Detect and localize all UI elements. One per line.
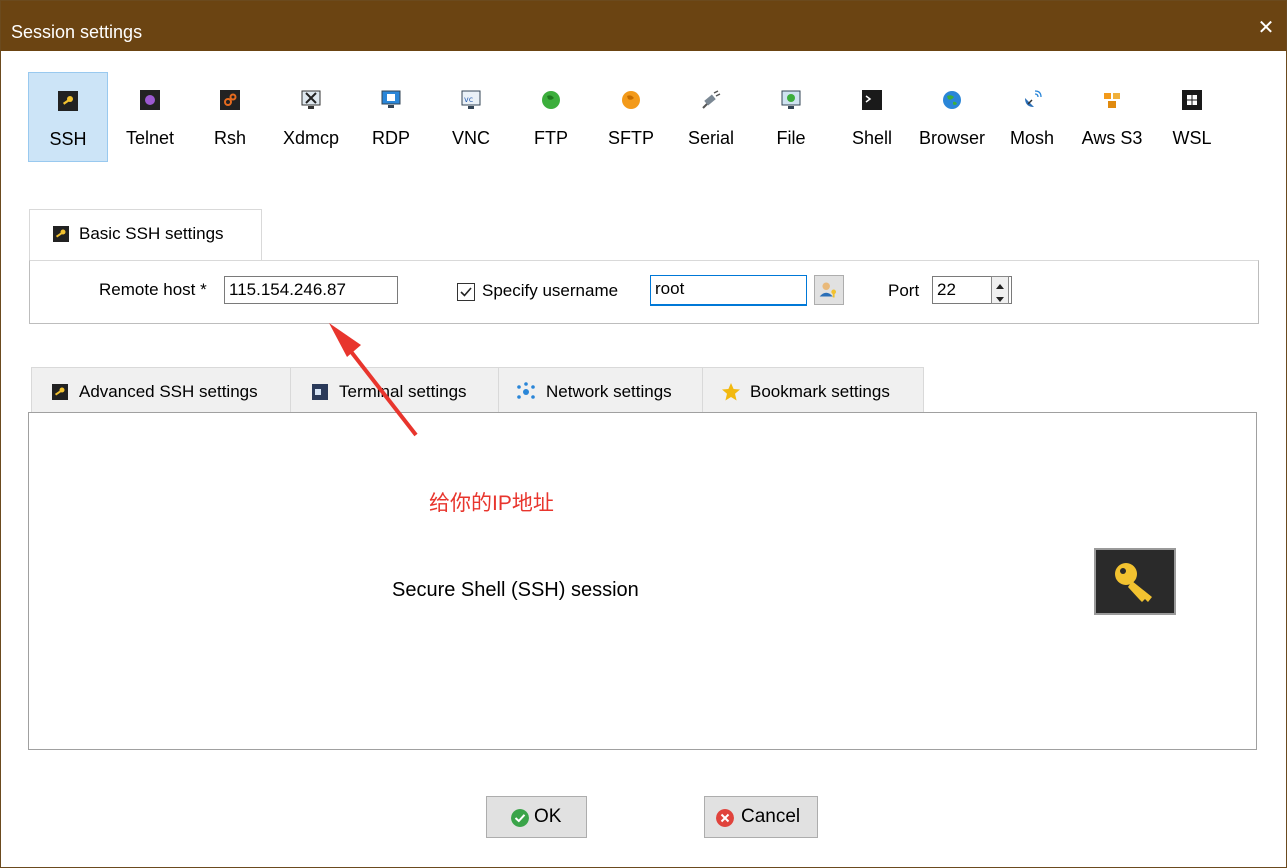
protocol-label: Aws S3 (1081, 128, 1143, 148)
protocol-file[interactable]: File (751, 72, 831, 162)
ok-button[interactable]: OK (486, 796, 587, 838)
network-icon (517, 382, 535, 399)
advanced-settings-panel (28, 412, 1257, 750)
window-title: Session settings (11, 22, 143, 42)
tab-label: Bookmark settings (750, 382, 890, 401)
shell-terminal-icon (862, 90, 882, 110)
port-value: 22 (937, 280, 956, 299)
port-increment-button[interactable] (992, 277, 1008, 290)
port-input[interactable]: 22 (932, 276, 1012, 304)
basic-settings-panel: Remote host * 115.154.246.87 Specify use… (29, 260, 1259, 324)
rdp-icon (381, 90, 401, 108)
protocol-rdp[interactable]: RDP (351, 72, 431, 162)
ssh-key-icon (52, 384, 68, 400)
protocol-telnet[interactable]: Telnet (110, 72, 190, 162)
protocol-label: Xdmcp (282, 128, 340, 148)
ok-button-label: OK (534, 806, 562, 827)
protocol-ftp[interactable]: FTP (511, 72, 591, 162)
check-circle-icon (511, 809, 529, 827)
user-key-icon (819, 282, 836, 298)
ip-annotation: 给你的IP地址 (429, 492, 554, 515)
port-decrement-button[interactable] (992, 290, 1008, 303)
tab-bookmark-settings[interactable]: Bookmark settings (703, 367, 924, 413)
remote-host-input[interactable]: 115.154.246.87 (224, 276, 398, 304)
aws-s3-icon (1104, 93, 1120, 108)
mosh-satellite-icon (1025, 90, 1042, 107)
protocol-mosh[interactable]: Mosh (992, 72, 1072, 162)
ssh-key-icon (53, 226, 69, 242)
protocol-shell[interactable]: Shell (832, 72, 912, 162)
protocol-label: Shell (851, 128, 893, 148)
file-monitor-icon (781, 90, 801, 109)
cancel-button[interactable]: Cancel (704, 796, 818, 838)
protocol-browser[interactable]: Browser (912, 72, 992, 162)
rsh-icon (220, 90, 240, 110)
specify-username-checkbox[interactable] (457, 283, 475, 301)
annotation-arrow-icon (329, 323, 418, 437)
ftp-globe-icon (542, 91, 560, 109)
protocol-sftp[interactable]: SFTP (591, 72, 671, 162)
protocol-label: WSL (1172, 128, 1212, 148)
browser-globe-icon (943, 91, 961, 109)
specify-username-label: Specify username (482, 281, 619, 300)
protocol-label: Rsh (213, 128, 246, 148)
vnc-icon: vc (461, 90, 481, 109)
protocol-xdmcp[interactable]: Xdmcp (271, 72, 351, 162)
telnet-icon (140, 90, 160, 110)
tab-label: Basic SSH settings (79, 224, 224, 243)
cancel-button-label: Cancel (741, 806, 801, 827)
tab-label: Network settings (546, 382, 672, 401)
tab-network-settings[interactable]: Network settings (499, 367, 703, 413)
session-description: Secure Shell (SSH) session (392, 579, 639, 601)
protocol-label: SSH (49, 129, 87, 149)
serial-plug-icon (702, 90, 721, 109)
port-spinner[interactable] (991, 276, 1009, 304)
protocol-label: RDP (371, 128, 410, 148)
protocol-aws-s3[interactable]: Aws S3 (1072, 72, 1152, 162)
tab-advanced-ssh-settings[interactable]: Advanced SSH settings (31, 367, 291, 413)
protocol-serial[interactable]: Serial (671, 72, 751, 162)
star-icon (722, 383, 740, 401)
protocol-label: File (776, 128, 806, 148)
protocol-rsh[interactable]: Rsh (190, 72, 270, 162)
close-button[interactable]: ✕ (1256, 18, 1276, 38)
protocol-wsl[interactable]: WSL (1152, 72, 1232, 162)
wsl-windows-icon (1182, 90, 1202, 110)
protocol-label: Telnet (125, 128, 175, 148)
ssh-key-large-icon (1094, 548, 1176, 615)
cancel-x-circle-icon (716, 809, 734, 827)
username-input[interactable]: root (650, 275, 807, 306)
protocol-label: Mosh (1009, 128, 1054, 148)
remote-host-label: Remote host * (99, 280, 207, 299)
protocol-label: VNC (451, 128, 490, 148)
xdmcp-icon (301, 90, 321, 109)
arrow-down-icon (996, 297, 1004, 302)
key-icon (1115, 563, 1152, 602)
protocol-label: SFTP (607, 128, 654, 148)
protocol-label: FTP (534, 128, 568, 148)
protocol-ssh[interactable]: SSH (28, 72, 108, 162)
session-settings-window: Session settings ✕ SSH Telnet Rsh Xdmcp … (0, 0, 1287, 868)
tab-label: Advanced SSH settings (79, 382, 258, 401)
user-manager-button[interactable] (814, 275, 844, 305)
protocol-label: Browser (918, 128, 985, 148)
port-label: Port (888, 281, 920, 300)
protocol-label: Serial (687, 128, 735, 148)
sftp-globe-icon (622, 91, 640, 109)
checkmark-icon (460, 287, 472, 297)
protocol-vnc[interactable]: vc VNC (431, 72, 511, 162)
svg-text:vc: vc (464, 95, 473, 104)
ssh-key-icon (58, 91, 78, 111)
title-bar: Session settings ✕ (1, 1, 1286, 51)
tab-basic-ssh-settings[interactable]: Basic SSH settings (29, 209, 262, 261)
